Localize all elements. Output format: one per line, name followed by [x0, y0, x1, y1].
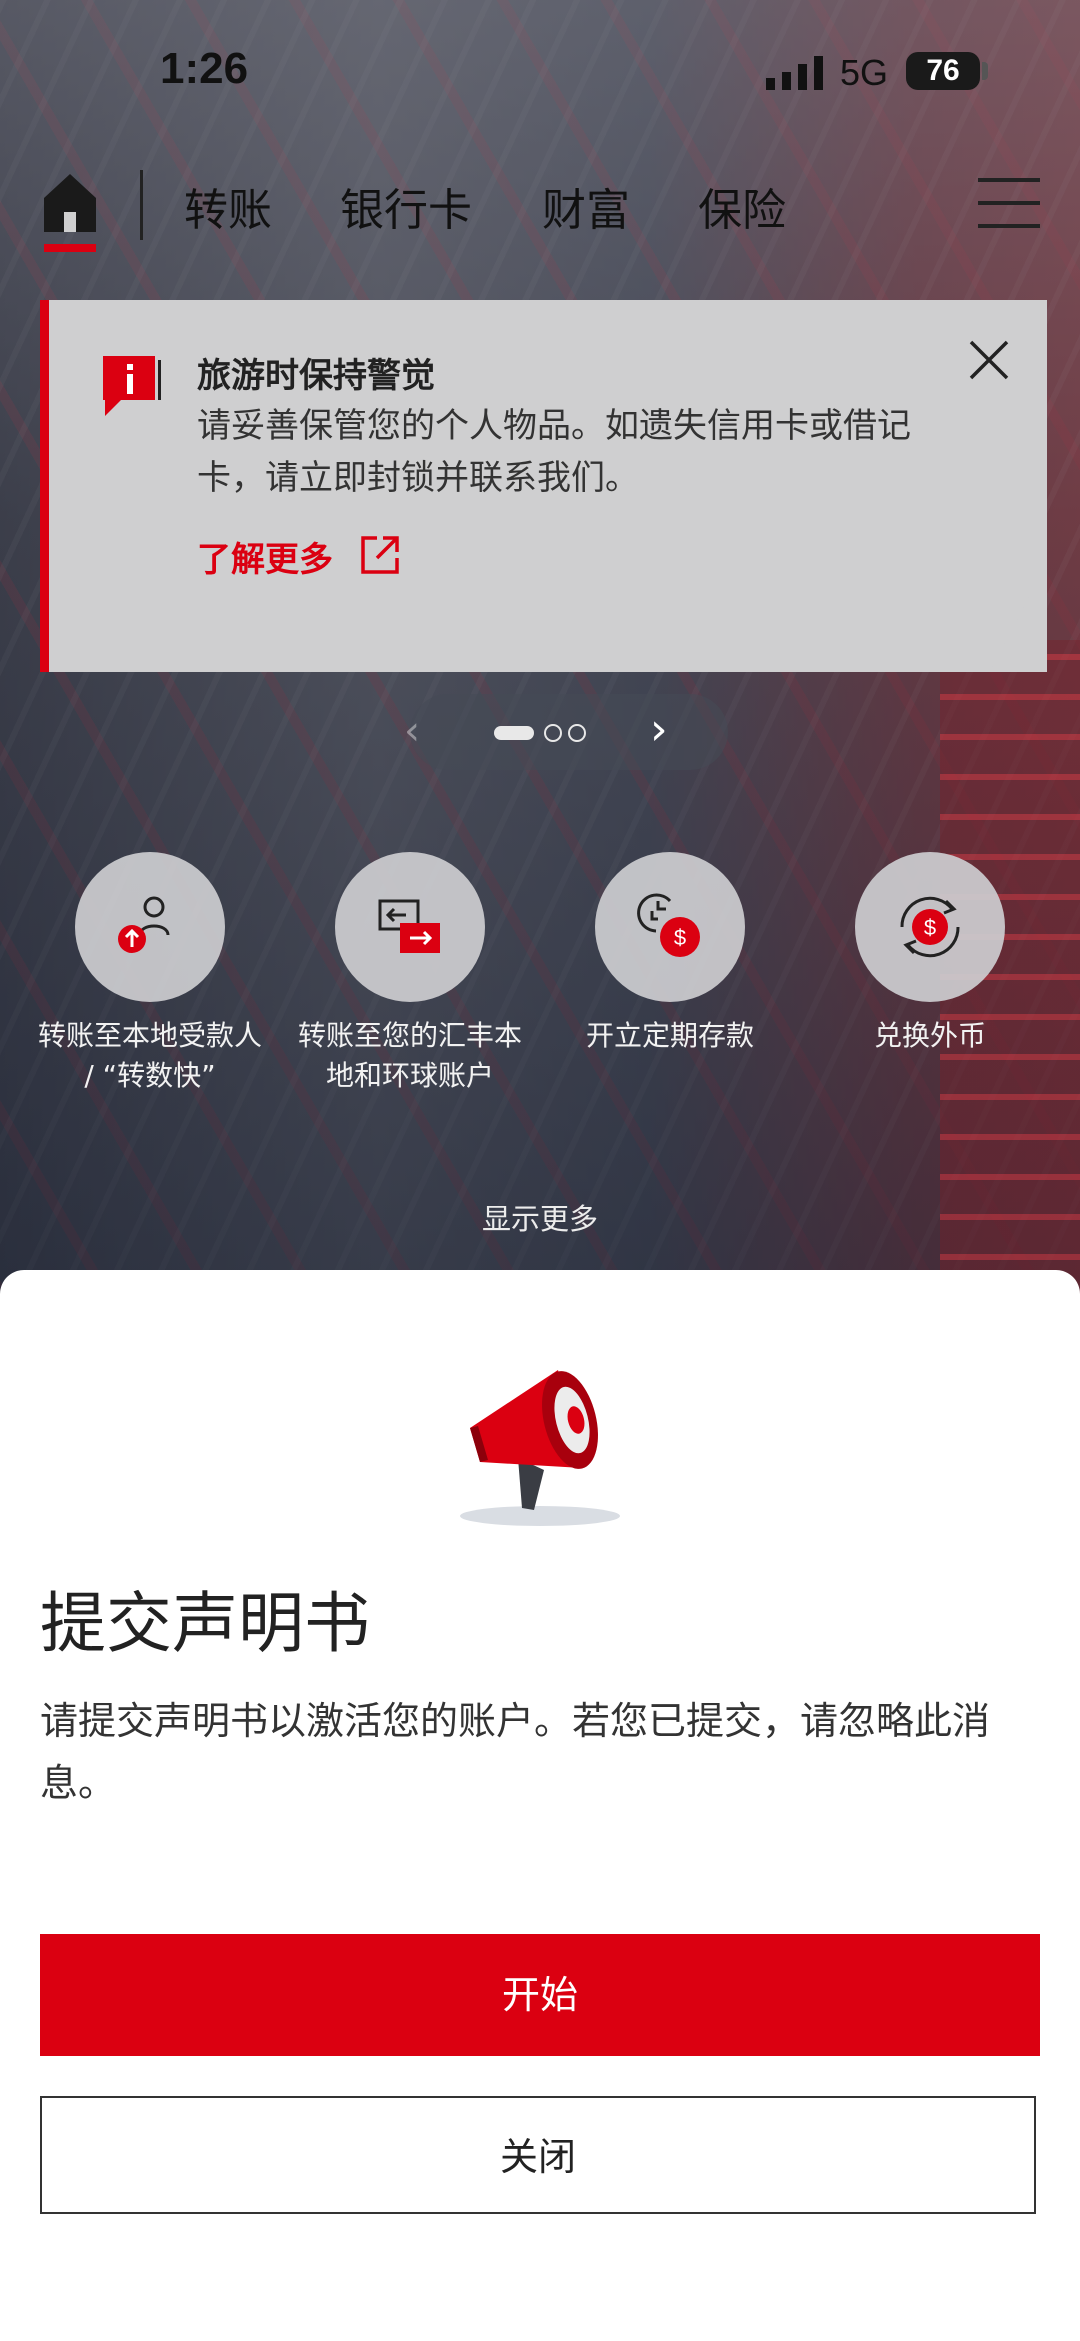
learn-more-link[interactable]: 了解更多: [197, 532, 333, 581]
battery-icon: 76: [906, 52, 980, 90]
close-icon[interactable]: [967, 338, 1011, 382]
carousel-pager: ‹ ›: [404, 694, 728, 770]
quick-action-label: 兑换外币: [873, 1019, 986, 1052]
quick-action-label: 转账至本地受款人 / “转数快”: [37, 1019, 262, 1092]
pager-dot[interactable]: [568, 724, 586, 742]
info-alert-icon: [103, 356, 161, 416]
svg-text:$: $: [924, 915, 936, 940]
alert-title: 旅游时保持警觉: [197, 356, 435, 396]
pager-dot-active: [494, 726, 534, 740]
quick-action-own-accounts[interactable]: 转账至您的汇丰本地和环球账户: [290, 852, 530, 1096]
start-button[interactable]: 开始: [40, 1934, 1040, 2056]
nav-transfer[interactable]: 转账: [184, 174, 272, 238]
menu-icon[interactable]: [978, 178, 1040, 228]
quick-action-local-transfer[interactable]: 转账至本地受款人 / “转数快”: [30, 852, 270, 1096]
quick-action-currency-exchange[interactable]: $ 兑换外币: [810, 852, 1050, 1056]
declaration-bottom-sheet: 提交声明书 请提交声明书以激活您的账户。若您已提交，请忽略此消息。 开始 关闭: [0, 1270, 1080, 2341]
chevron-right-icon[interactable]: ›: [650, 704, 668, 755]
alert-fold: [990, 580, 1038, 672]
sheet-title: 提交声明书: [40, 1585, 370, 1662]
megaphone-icon: [460, 1370, 620, 1526]
nav-bank-card[interactable]: 银行卡: [340, 174, 472, 238]
alert-body: 请妥善保管您的个人物品。如遗失信用卡或借记卡，请立即封锁并联系我们。: [197, 406, 911, 498]
signal-icon: [766, 56, 823, 90]
nav-wealth[interactable]: 财富: [542, 174, 630, 238]
svg-text:$: $: [674, 925, 686, 950]
top-nav: 转账 银行卡 财富 保险: [0, 160, 1080, 260]
quick-action-label: 开立定期存款: [585, 1019, 754, 1052]
show-more-link[interactable]: 显示更多: [0, 1196, 1080, 1238]
quick-action-time-deposit[interactable]: $ 开立定期存款: [550, 852, 790, 1056]
status-bar: 1:26 5G 76: [0, 0, 1080, 140]
home-icon[interactable]: [40, 166, 100, 256]
status-time: 1:26: [160, 44, 249, 93]
account-transfer-icon: [335, 852, 485, 1002]
sheet-message: 请提交声明书以激活您的账户。若您已提交，请忽略此消息。: [40, 1699, 991, 1805]
time-deposit-icon: $: [595, 852, 745, 1002]
nav-insurance[interactable]: 保险: [698, 174, 786, 238]
external-link-icon[interactable]: [359, 534, 401, 576]
quick-action-label: 转账至您的汇丰本地和环球账户: [297, 1019, 522, 1092]
nav-divider: [140, 170, 143, 240]
close-button[interactable]: 关闭: [40, 2096, 1036, 2214]
battery-level: 76: [926, 54, 960, 87]
alert-banner: 旅游时保持警觉 请妥善保管您的个人物品。如遗失信用卡或借记卡，请立即封锁并联系我…: [40, 300, 1047, 672]
network-type: 5G: [840, 52, 889, 93]
battery-tip: [982, 62, 988, 80]
person-upload-icon: [75, 852, 225, 1002]
pager-dot[interactable]: [544, 724, 562, 742]
chevron-left-icon[interactable]: ‹: [404, 708, 420, 754]
currency-exchange-icon: $: [855, 852, 1005, 1002]
